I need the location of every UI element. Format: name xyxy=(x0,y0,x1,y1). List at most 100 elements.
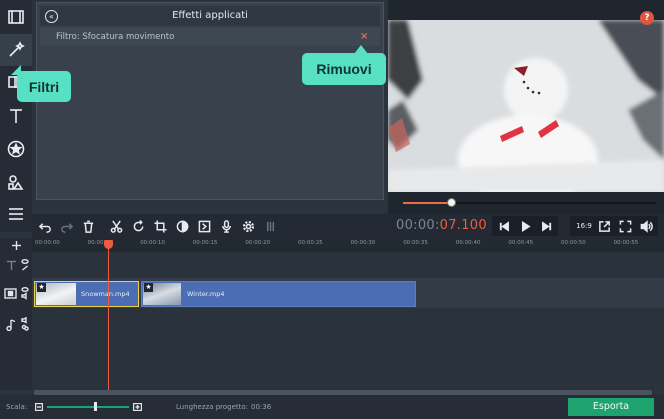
ruler-tick-label: 00:00:45 xyxy=(508,240,534,246)
more-tools-button[interactable] xyxy=(0,198,32,230)
fullscreen-button[interactable] xyxy=(615,215,635,237)
shapes-tool-button[interactable] xyxy=(0,166,32,198)
film-icon xyxy=(8,10,24,24)
clip-name: Winter.mp4 xyxy=(187,290,225,298)
stickers-tool-button[interactable] xyxy=(0,133,32,165)
music-track-controls[interactable] xyxy=(20,316,30,332)
next-frame-button[interactable] xyxy=(536,215,556,237)
preview-scrubber-handle[interactable] xyxy=(447,198,456,207)
panel-title: Effetti applicati xyxy=(172,10,248,21)
previous-frame-button[interactable] xyxy=(494,215,514,237)
record-voice-button[interactable] xyxy=(216,215,236,237)
playhead-line xyxy=(108,240,109,390)
equalizer-icon xyxy=(266,221,274,231)
redo-icon xyxy=(60,222,73,233)
detach-preview-button[interactable] xyxy=(594,215,614,237)
ruler-tick-label: 00:00:30 xyxy=(350,240,376,246)
timecode-current: 07.100 xyxy=(439,218,487,233)
video-preview xyxy=(388,20,664,192)
clip-winter[interactable]: ★ Winter.mp4 xyxy=(141,281,416,307)
crop-button[interactable] xyxy=(150,215,170,237)
redo-button[interactable] xyxy=(56,215,76,237)
ruler-tick-label: 00:00:55 xyxy=(613,240,639,246)
help-button[interactable]: ? xyxy=(640,11,654,25)
undo-button[interactable] xyxy=(35,215,55,237)
add-track-button[interactable] xyxy=(8,238,24,252)
snowman-video-frame xyxy=(388,20,664,192)
remove-filter-button[interactable]: × xyxy=(360,28,368,46)
applied-filter-label: Filtro: Sfocatura movimento xyxy=(56,32,175,42)
ruler-tick-label: 00:00:10 xyxy=(140,240,165,246)
video-track-icon xyxy=(3,286,18,300)
project-length-label: Lunghezza progetto: xyxy=(176,403,249,411)
timecode-dim: 00:00: xyxy=(396,218,440,233)
export-button[interactable]: Esporta xyxy=(568,398,654,416)
volume-icon xyxy=(640,219,653,233)
audio-meter-button[interactable] xyxy=(260,215,280,237)
project-length-value: 00:36 xyxy=(251,403,272,411)
fullscreen-icon xyxy=(619,220,631,232)
zoom-in-icon[interactable] xyxy=(132,402,142,411)
gear-icon xyxy=(242,220,254,232)
clip-properties-icon xyxy=(198,220,210,232)
clip-properties-button[interactable] xyxy=(194,215,214,237)
clip-effect-star-icon: ★ xyxy=(37,283,46,292)
skip-forward-icon xyxy=(541,220,551,232)
titles-tool-button[interactable] xyxy=(0,100,32,132)
color-adjust-button[interactable] xyxy=(172,215,192,237)
ruler-tick-label: 00:00:40 xyxy=(455,240,481,246)
zoom-slider[interactable] xyxy=(47,406,129,408)
playhead-handle[interactable] xyxy=(104,240,113,249)
shapes-icon xyxy=(8,175,24,190)
filters-callout: Filtri xyxy=(17,71,71,102)
external-window-icon xyxy=(598,220,610,232)
back-icon[interactable]: « xyxy=(45,10,58,23)
filters-tool-button[interactable] xyxy=(0,34,32,66)
clip-snowman[interactable]: ★ Snowman.mp4 xyxy=(34,281,139,307)
ruler-tick-label: 00:00:20 xyxy=(245,240,271,246)
aspect-ratio-button[interactable]: 16:9 xyxy=(574,216,594,236)
eye-speaker-icon xyxy=(21,287,29,300)
delete-button[interactable] xyxy=(78,215,98,237)
speaker-link-icon xyxy=(21,317,29,331)
split-button[interactable] xyxy=(106,215,126,237)
clip-effect-star-icon: ★ xyxy=(144,283,153,292)
microphone-icon xyxy=(221,219,231,233)
zoom-out-icon[interactable] xyxy=(34,402,43,411)
scale-label: Scala: xyxy=(6,403,28,411)
timecode-display: 00:00:07.100 xyxy=(396,217,487,235)
zoom-slider-handle[interactable] xyxy=(94,402,97,411)
preview-progress xyxy=(403,202,451,204)
contrast-icon xyxy=(176,220,188,232)
play-icon xyxy=(521,220,531,232)
ruler-tick-label: 00:00:50 xyxy=(561,240,586,246)
volume-button[interactable] xyxy=(636,215,656,237)
import-media-button[interactable] xyxy=(0,1,32,33)
crop-icon xyxy=(153,219,167,233)
eye-pencil-icon xyxy=(21,259,29,271)
music-track-icon xyxy=(4,318,18,332)
play-button[interactable] xyxy=(515,215,535,237)
skip-back-icon xyxy=(499,220,509,232)
video-editor-window: Effetti applicati « Filtro: Sfocatura mo… xyxy=(0,0,664,419)
undo-icon xyxy=(38,222,51,233)
settings-button[interactable] xyxy=(238,215,258,237)
scissors-icon xyxy=(110,220,122,233)
ruler-tick-label: 00:00:35 xyxy=(403,240,428,246)
clip-name: Snowman.mp4 xyxy=(81,290,130,298)
timeline-tracks[interactable] xyxy=(32,252,664,390)
rotate-icon xyxy=(133,219,143,231)
ruler-tick-label: 00:00:00 xyxy=(35,240,60,246)
ruler-tick-label: 00:00:15 xyxy=(192,240,218,246)
trash-icon xyxy=(83,220,93,233)
text-track-controls[interactable] xyxy=(20,257,30,273)
text-track-icon xyxy=(4,258,18,272)
star-badge-icon xyxy=(7,140,25,158)
video-track-controls[interactable] xyxy=(20,285,30,301)
ruler-tick-label: 00:00:25 xyxy=(298,240,323,246)
list-icon xyxy=(9,208,23,220)
remove-callout: Rimuovi xyxy=(302,45,386,85)
rotate-button[interactable] xyxy=(128,215,148,237)
plus-icon xyxy=(11,240,21,250)
text-icon xyxy=(10,109,22,123)
